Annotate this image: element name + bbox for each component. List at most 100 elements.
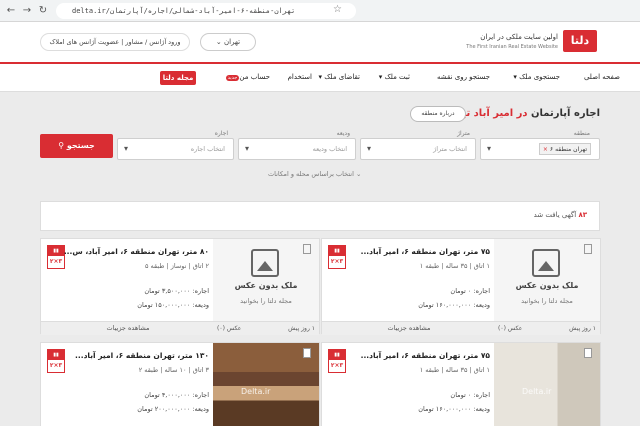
listing-badge-text: ۲×۳ bbox=[49, 362, 63, 369]
view-details-button[interactable]: مشاهده جزییات bbox=[41, 321, 215, 335]
nav-item-account[interactable]: حساب منجدید bbox=[224, 73, 270, 81]
listing-card[interactable]: ملک بدون عکس مجله دلتا را بخوانید عکس (۰… bbox=[321, 238, 601, 335]
site-logo[interactable]: دلتا bbox=[563, 30, 597, 52]
nav-item-jobs[interactable]: استخدام bbox=[288, 73, 312, 81]
chevron-down-icon: ▾ bbox=[124, 144, 129, 153]
listing-image[interactable]: ملک بدون عکس مجله دلتا را بخوانید عکس (۰… bbox=[213, 239, 319, 335]
deposit-placeholder: انتخاب ودیعه bbox=[312, 145, 347, 153]
listing-badge-logo: ▮▮ bbox=[48, 350, 64, 360]
nav-item-request[interactable]: تقاضای ملک ▾ bbox=[319, 73, 361, 81]
chevron-down-icon: ▾ bbox=[367, 144, 372, 153]
bookmark-icon[interactable] bbox=[584, 244, 592, 254]
city-select[interactable]: ⌄ تهران bbox=[200, 33, 256, 51]
listing-title[interactable]: ۸۰ متر، تهران منطقه ۶، امیر آباد، س... bbox=[64, 247, 209, 256]
view-details-button[interactable]: مشاهده جزییات bbox=[322, 321, 496, 335]
city-select-label: تهران bbox=[223, 38, 241, 46]
listing-image[interactable]: ملک بدون عکس مجله دلتا را بخوانید عکس (۰… bbox=[494, 239, 600, 335]
no-image-subtitle: مجله دلتا را بخوانید bbox=[521, 297, 573, 305]
bookmark-icon[interactable] bbox=[303, 348, 311, 358]
site-tagline-en: The First Iranian Real Estate Website bbox=[466, 44, 558, 50]
listing-specs: ۲ اتاق | نوساز | طبقه ۵ bbox=[144, 262, 209, 270]
filter-label-rent: اجاره bbox=[214, 130, 228, 137]
listing-title[interactable]: ۷۵ متر، تهران منطقه ۶، امیر آباد... bbox=[361, 351, 490, 360]
photo-count: عکس (۰) bbox=[217, 325, 242, 332]
about-area-button[interactable]: درباره منطقه bbox=[410, 106, 466, 122]
nav-item-submit-label: ثبت ملک bbox=[384, 73, 411, 81]
listing-info: ▮▮ ۲×۳ ۱۳۰ متر، تهران منطقه ۶، امیر آباد.… bbox=[41, 343, 215, 426]
results-count-suffix: آگهی یافت شد bbox=[533, 211, 577, 219]
browser-toolbar: ← → ↻ 🔒 delta.ir/تهران-منطقه-۶-امیر-آباد… bbox=[0, 0, 640, 22]
listing-date: ۱ روز پیش bbox=[569, 325, 596, 332]
listing-image[interactable]: Delta.ir bbox=[213, 343, 319, 426]
listing-deposit: ودیعه: ۱۶۰,۰۰۰,۰۰۰ تومان bbox=[418, 405, 490, 413]
reload-icon[interactable]: ↻ bbox=[36, 4, 50, 18]
listing-badge-logo: ▮▮ bbox=[48, 246, 64, 256]
back-icon[interactable]: ← bbox=[4, 4, 18, 18]
listing-card[interactable]: Delta.ir ▮▮ ۲×۳ ۱۳۰ متر، تهران منطقه ۶، ا… bbox=[40, 342, 320, 426]
listing-badge: ▮▮ ۲×۳ bbox=[328, 349, 346, 373]
image-placeholder-icon bbox=[532, 249, 560, 277]
filter-label-deposit: ودیعه bbox=[336, 130, 350, 137]
chevron-down-icon: ▾ bbox=[245, 144, 250, 153]
listing-date: ۱ روز پیش bbox=[288, 325, 315, 332]
no-image-title: ملک بدون عکس bbox=[234, 281, 298, 290]
main-nav: صفحه اصلی جستجوی ملک ▾ جستجو روی نقشه ثب… bbox=[0, 62, 640, 92]
bookmark-icon[interactable] bbox=[303, 244, 311, 254]
listing-meta: عکس (۰) ۱ روز پیش bbox=[213, 321, 319, 335]
bookmark-icon[interactable] bbox=[584, 348, 592, 358]
nav-item-submit[interactable]: ثبت ملک ▾ bbox=[379, 73, 410, 81]
listing-info: ▮▮ ۲×۳ ۸۰ متر، تهران منطقه ۶، امیر آباد، … bbox=[41, 239, 215, 335]
size-placeholder: انتخاب متراژ bbox=[433, 145, 467, 153]
bookmark-star-icon[interactable]: ☆ bbox=[333, 4, 342, 15]
area-chip-label: تهران منطقه ۶ bbox=[549, 146, 587, 153]
address-bar[interactable]: delta.ir/تهران-منطقه-۶-امیر-آباد-شمالی/ا… bbox=[56, 3, 356, 19]
listing-badge-text: ۲×۳ bbox=[49, 258, 63, 265]
listing-deposit: ودیعه: ۲۰۰,۰۰۰,۰۰۰ تومان bbox=[137, 405, 209, 413]
rent-select[interactable]: انتخاب اجاره ▾ bbox=[117, 138, 234, 160]
magazine-link[interactable]: مجله دلتا bbox=[160, 71, 196, 85]
search-button[interactable]: ⚲ جستجو bbox=[40, 134, 113, 158]
listing-badge-logo: ▮▮ bbox=[329, 246, 345, 256]
listing-specs: ۱ اتاق | ۳۵ ساله | طبقه ۱ bbox=[419, 366, 490, 374]
site-tagline: اولین سایت ملکی در ایران bbox=[480, 33, 558, 41]
no-image-subtitle: مجله دلتا را بخوانید bbox=[240, 297, 292, 305]
listing-image[interactable]: Delta.ir bbox=[494, 343, 600, 426]
listing-card[interactable]: Delta.ir ▮▮ ۲×۳ ۷۵ متر، تهران منطقه ۶، ام… bbox=[321, 342, 601, 426]
listing-rent: اجاره: ۰ تومان bbox=[450, 391, 490, 399]
nav-item-account-label: حساب من bbox=[239, 73, 270, 81]
listing-title[interactable]: ۷۵ متر، تهران منطقه ۶، امیر آباد... bbox=[361, 247, 490, 256]
nav-item-search-label: جستجوی ملک bbox=[519, 73, 560, 81]
rent-placeholder: انتخاب اجاره bbox=[190, 145, 225, 153]
nav-item-map-search[interactable]: جستجو روی نقشه bbox=[437, 73, 490, 81]
listing-badge: ▮▮ ۲×۳ bbox=[47, 349, 65, 373]
size-select[interactable]: انتخاب متراژ ▾ bbox=[360, 138, 476, 160]
nav-item-home[interactable]: صفحه اصلی bbox=[584, 73, 620, 81]
listing-badge-logo: ▮▮ bbox=[329, 350, 345, 360]
nav-item-search[interactable]: جستجوی ملک ▾ bbox=[513, 73, 560, 81]
no-image-title: ملک بدون عکس bbox=[515, 281, 579, 290]
more-filters-link[interactable]: ⌄ انتخاب براساس محله و امکانات bbox=[268, 170, 361, 178]
deposit-select[interactable]: انتخاب ودیعه ▾ bbox=[238, 138, 356, 160]
filter-label-size: متراژ bbox=[457, 130, 470, 137]
new-badge: جدید bbox=[225, 75, 240, 81]
image-watermark: Delta.ir bbox=[241, 387, 271, 396]
listing-deposit: ودیعه: ۱۶۰,۰۰۰,۰۰۰ تومان bbox=[418, 301, 490, 309]
remove-icon[interactable]: × bbox=[543, 146, 548, 153]
listing-badge-text: ۲×۳ bbox=[330, 362, 344, 369]
listing-meta: عکس (۰) ۱ روز پیش bbox=[494, 321, 600, 335]
login-register-button[interactable]: ورود آژانس / مشاور | عضویت آژانس های امل… bbox=[40, 33, 190, 51]
listing-title[interactable]: ۱۳۰ متر، تهران منطقه ۶، امیر آباد... bbox=[75, 351, 209, 360]
nav-item-request-label: تقاضای ملک bbox=[324, 73, 360, 81]
listing-specs: ۱ اتاق | ۳۵ ساله | طبقه ۱ bbox=[419, 262, 490, 270]
image-watermark: Delta.ir bbox=[522, 387, 552, 396]
more-filters-label: انتخاب براساس محله و امکانات bbox=[268, 170, 354, 178]
image-placeholder-icon bbox=[251, 249, 279, 277]
forward-icon[interactable]: → bbox=[20, 4, 34, 18]
listing-badge-text: ۲×۳ bbox=[330, 258, 344, 265]
area-select[interactable]: تهران منطقه ۶× ▾ bbox=[480, 138, 600, 160]
chevron-down-icon: ⌄ bbox=[215, 38, 224, 46]
listing-card[interactable]: ملک بدون عکس مجله دلتا را بخوانید عکس (۰… bbox=[40, 238, 320, 335]
area-chip[interactable]: تهران منطقه ۶× bbox=[538, 143, 591, 155]
search-button-label: جستجو bbox=[66, 141, 95, 150]
listing-info: ▮▮ ۲×۳ ۷۵ متر، تهران منطقه ۶، امیر آباد..… bbox=[322, 239, 496, 335]
